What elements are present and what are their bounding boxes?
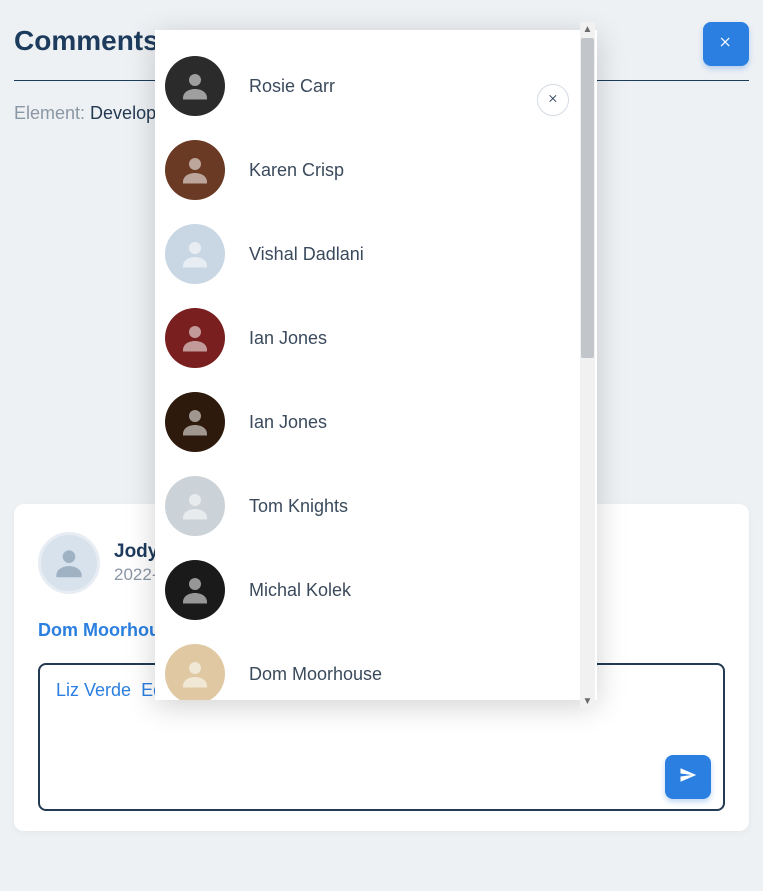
scrollbar-track[interactable]: ▲ ▼ (580, 36, 595, 694)
scrollbar-thumb[interactable] (581, 38, 594, 358)
send-icon (679, 766, 697, 789)
user-name-label: Ian Jones (249, 328, 327, 349)
mention-option[interactable]: Michal Kolek (165, 548, 597, 632)
close-button[interactable] (703, 22, 749, 66)
user-avatar (165, 140, 225, 200)
mention-option[interactable]: Ian Jones (165, 296, 597, 380)
mention-option[interactable]: Vishal Dadlani (165, 212, 597, 296)
element-label: Element: (14, 103, 90, 123)
scroll-down-icon[interactable]: ▼ (580, 694, 595, 708)
close-icon (719, 35, 733, 54)
user-avatar (165, 392, 225, 452)
send-button[interactable] (665, 755, 711, 799)
user-name-label: Dom Moorhouse (249, 664, 382, 685)
user-name-label: Rosie Carr (249, 76, 335, 97)
comment-mention: Dom Moorhous (38, 620, 170, 640)
user-name-label: Karen Crisp (249, 160, 344, 181)
scroll-up-icon[interactable]: ▲ (580, 22, 595, 36)
mention-list[interactable]: Rosie Carr Karen Crisp Vishal Dadlani Ian J… (155, 36, 597, 700)
user-avatar (165, 56, 225, 116)
user-avatar (165, 476, 225, 536)
user-avatar (165, 224, 225, 284)
user-name-label: Vishal Dadlani (249, 244, 364, 265)
mention-option[interactable]: Rosie Carr (165, 44, 597, 128)
close-icon (548, 91, 559, 109)
mention-popup: Rosie Carr Karen Crisp Vishal Dadlani Ian J… (155, 30, 597, 700)
popup-close-button[interactable] (537, 84, 569, 116)
mention-option[interactable]: Dom Moorhouse (165, 632, 597, 700)
mention-option[interactable]: Karen Crisp (165, 128, 597, 212)
comment-avatar (38, 532, 100, 594)
user-avatar (165, 560, 225, 620)
user-avatar (165, 308, 225, 368)
mention-option[interactable]: Ian Jones (165, 380, 597, 464)
user-name-label: Tom Knights (249, 496, 348, 517)
mention-option[interactable]: Tom Knights (165, 464, 597, 548)
user-name-label: Ian Jones (249, 412, 327, 433)
element-value: Develop (90, 103, 156, 123)
composer-mention-chip[interactable]: Liz Verde (56, 680, 131, 700)
user-name-label: Michal Kolek (249, 580, 351, 601)
user-avatar (165, 644, 225, 700)
